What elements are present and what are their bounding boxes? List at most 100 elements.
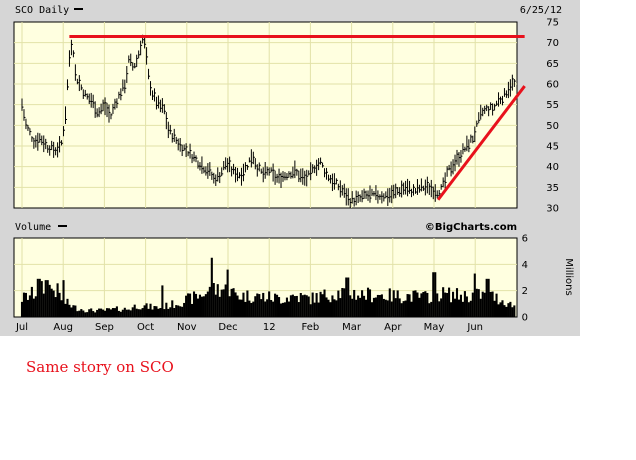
- volume-bar: [501, 300, 504, 317]
- volume-bar: [339, 298, 342, 317]
- volume-bar: [240, 299, 243, 317]
- volume-bar: [123, 307, 126, 317]
- volume-bar: [171, 300, 174, 317]
- volume-bar: [495, 293, 498, 317]
- volume-bar: [424, 291, 427, 317]
- volume-bar: [133, 304, 136, 317]
- volume-bar: [204, 294, 207, 317]
- volume-bar: [222, 289, 225, 317]
- volume-bar: [505, 306, 508, 317]
- volume-bar: [272, 301, 275, 317]
- volume-bar: [329, 302, 332, 317]
- volume-bar: [248, 300, 251, 317]
- volume-bar: [400, 303, 403, 317]
- volume-bar: [283, 302, 287, 317]
- volume-bar: [317, 302, 320, 317]
- volume-bar: [453, 298, 457, 317]
- volume-bar: [299, 292, 302, 317]
- volume-bar: [80, 309, 83, 317]
- volume-bar: [194, 293, 198, 317]
- volume-bar: [224, 284, 227, 317]
- volume-bar: [295, 295, 298, 317]
- volume-bar: [483, 292, 486, 317]
- volume-bar: [262, 292, 265, 317]
- volume-bar: [167, 308, 170, 317]
- volume-bar: [459, 294, 463, 317]
- volume-bar: [408, 294, 411, 317]
- volume-bar: [76, 311, 79, 317]
- volume-bar: [485, 278, 488, 317]
- volume-bar: [366, 287, 370, 317]
- volume-bar: [230, 288, 233, 317]
- volume-bar: [111, 308, 115, 317]
- volume-bar: [473, 273, 476, 317]
- volume-bar: [137, 309, 140, 317]
- volume-bar: [181, 306, 184, 317]
- volume-bar: [220, 289, 223, 317]
- volume-bar: [503, 305, 506, 317]
- volume-title: Volume: [15, 222, 51, 233]
- volume-bar: [467, 302, 470, 317]
- volume-bar: [189, 293, 192, 317]
- volume-bar: [175, 305, 178, 317]
- volume-bar: [102, 309, 105, 317]
- volume-bar: [406, 294, 409, 317]
- volume-bar: [402, 301, 405, 317]
- price-y-tick-label: 65: [546, 59, 559, 70]
- volume-bar: [355, 299, 358, 317]
- volume-bar: [54, 297, 57, 317]
- volume-bar: [163, 309, 166, 317]
- volume-bar: [347, 277, 350, 317]
- volume-bar: [446, 292, 449, 317]
- x-tick-label: Sep: [95, 322, 114, 333]
- volume-bar: [448, 287, 451, 317]
- volume-bar: [499, 302, 502, 317]
- volume-bar: [107, 308, 111, 317]
- volume-bar: [68, 304, 71, 317]
- volume-bar: [206, 291, 209, 317]
- volume-bar: [20, 301, 24, 317]
- volume-bar: [139, 309, 142, 317]
- volume-bar: [291, 294, 294, 317]
- volume-title-swatch: [58, 225, 67, 227]
- volume-bar: [380, 294, 383, 317]
- price-y-tick-label: 40: [546, 162, 559, 173]
- volume-bar: [129, 310, 132, 317]
- volume-bar: [507, 303, 510, 317]
- volume-bar: [145, 303, 148, 317]
- volume-bar: [277, 297, 281, 317]
- volume-bar: [155, 306, 158, 317]
- x-tick-label: May: [424, 322, 445, 333]
- volume-bar: [169, 307, 172, 317]
- volume-bar: [149, 303, 152, 317]
- volume-bar: [305, 295, 308, 317]
- volume-bar: [216, 284, 219, 317]
- volume-bar: [105, 308, 109, 317]
- volume-bar: [376, 294, 379, 317]
- volume-bar: [469, 300, 472, 317]
- volume-bar: [335, 300, 338, 317]
- volume-y-tick-label: 0: [522, 313, 528, 324]
- volume-bar: [36, 278, 39, 317]
- volume-bar: [349, 295, 352, 317]
- volume-bar: [351, 298, 354, 317]
- volume-bar: [90, 308, 93, 317]
- volume-bar: [26, 299, 29, 317]
- volume-bar: [303, 294, 306, 317]
- price-y-tick-label: 45: [546, 142, 559, 153]
- volume-bar: [58, 292, 61, 317]
- volume-bar: [463, 291, 466, 317]
- volume-bar: [177, 305, 180, 317]
- volume-bar: [208, 286, 211, 317]
- volume-bar: [228, 296, 231, 317]
- volume-bar: [313, 302, 316, 317]
- volume-bar: [442, 287, 445, 317]
- volume-bar: [103, 310, 107, 317]
- watermark: ©BigCharts.com: [425, 222, 517, 233]
- volume-bar: [92, 311, 95, 317]
- volume-bar: [323, 289, 326, 317]
- volume-bar: [361, 290, 364, 317]
- chart-title-swatch: [74, 8, 83, 10]
- volume-bar: [165, 302, 168, 317]
- volume-bar: [471, 292, 474, 317]
